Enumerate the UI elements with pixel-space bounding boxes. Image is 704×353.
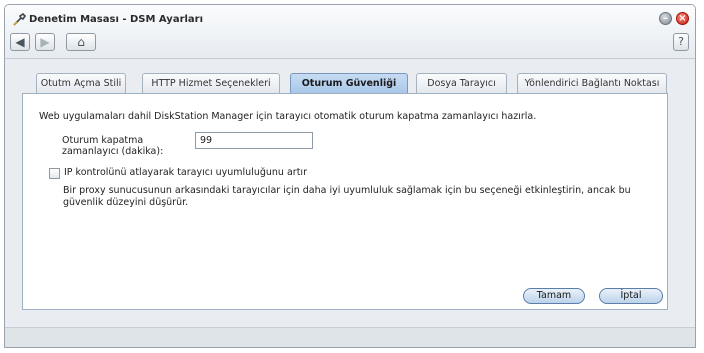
home-icon: ⌂ [77,35,85,49]
ip-check-label[interactable]: IP kontrolünü atlayarak tarayıcı uyumlul… [64,167,307,178]
tab-session-security[interactable]: Oturum Güvenliği [290,73,408,94]
help-button[interactable]: ? [673,33,689,51]
minimize-button[interactable]: – [659,12,672,25]
title-bar: Denetim Masası - DSM Ayarları – × ◀ ▶ ⌂ … [5,5,695,59]
settings-panel: Web uygulamaları dahil DiskStation Manag… [22,93,668,310]
arrow-left-icon: ◀ [15,35,25,49]
ip-check-checkbox[interactable] [49,168,60,179]
back-button[interactable]: ◀ [10,33,30,51]
home-button[interactable]: ⌂ [66,33,96,51]
close-button[interactable]: × [676,12,689,25]
tab-file-browser[interactable]: Dosya Tarayıcı [416,73,507,93]
forward-button[interactable]: ▶ [35,33,55,51]
tab-http-service[interactable]: HTTP Hizmet Seçenekleri [142,73,280,93]
status-bar [5,327,695,347]
tab-router-port[interactable]: Yönlendirici Bağlantı Noktası [517,73,667,93]
tab-login-style[interactable]: Otutm Açma Stili [36,73,126,93]
window-title: Denetim Masası - DSM Ayarları [29,14,204,25]
arrow-right-icon: ▶ [40,35,50,49]
close-icon: × [678,13,687,24]
minimize-icon: – [663,13,668,24]
control-panel-window: Denetim Masası - DSM Ayarları – × ◀ ▶ ⌂ … [4,4,696,348]
timeout-input[interactable] [195,132,313,149]
ok-button[interactable]: Tamam [523,288,585,304]
cancel-button[interactable]: İptal [599,288,663,304]
description-text: Web uygulamaları dahil DiskStation Manag… [39,111,537,122]
proxy-note-text: Bir proxy sunucusunun arkasındaki tarayı… [63,185,631,208]
control-panel-icon [13,13,26,26]
content-area: Otutm Açma Stili HTTP Hizmet Seçenekleri… [5,60,695,327]
timeout-label: Oturum kapatma zamanlayıcı (dakika): [62,135,164,157]
